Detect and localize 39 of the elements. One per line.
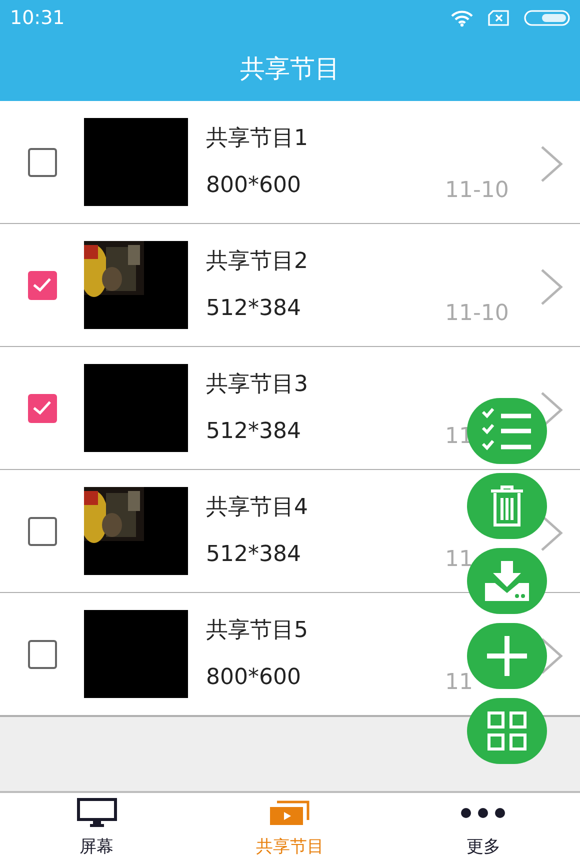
resolution-text: 800*600 — [206, 172, 301, 200]
checkbox[interactable] — [28, 270, 56, 300]
checkmark-icon — [32, 400, 52, 416]
program-title: 共享节目4 — [206, 494, 308, 522]
checkmark-icon — [32, 277, 52, 293]
more-icon — [460, 806, 506, 818]
date-text: 11 — [445, 669, 473, 697]
resolution-text: 512*384 — [206, 418, 301, 446]
status-time: 10:31 — [10, 6, 65, 31]
delete-button[interactable] — [467, 473, 547, 539]
checkbox[interactable] — [28, 394, 56, 422]
checkbox[interactable] — [28, 148, 56, 176]
program-title: 共享节目2 — [206, 248, 308, 276]
chevron-right-icon[interactable] — [540, 637, 564, 675]
program-title: 共享节目3 — [206, 371, 308, 399]
resolution-text: 512*384 — [206, 295, 301, 323]
wifi-icon — [450, 9, 474, 27]
checkbox[interactable] — [28, 640, 56, 668]
video-stack-icon — [268, 800, 311, 826]
battery-icon — [524, 10, 570, 26]
grid-icon — [486, 710, 528, 752]
resolution-text: 800*600 — [206, 664, 301, 692]
program-title: 共享节目1 — [206, 125, 308, 153]
resolution-text: 512*384 — [206, 541, 301, 569]
download-icon — [483, 559, 531, 603]
plus-icon — [485, 634, 529, 678]
nav-tab[interactable]: 屏幕 — [0, 793, 194, 865]
chevron-right-icon[interactable] — [540, 268, 564, 306]
checkbox[interactable] — [28, 516, 56, 546]
date-text: 11-10 — [445, 177, 509, 205]
date-text: 11 — [445, 546, 473, 574]
nav-tab[interactable]: 更多 — [386, 793, 580, 865]
date-text: 11-10 — [445, 300, 509, 328]
page-title: 共享节目 — [240, 52, 340, 85]
chevron-right-icon[interactable] — [540, 145, 564, 183]
sim-icon — [488, 10, 510, 26]
monitor-icon — [76, 798, 117, 828]
program-title: 共享节目5 — [206, 617, 308, 645]
trash-icon — [489, 485, 525, 527]
